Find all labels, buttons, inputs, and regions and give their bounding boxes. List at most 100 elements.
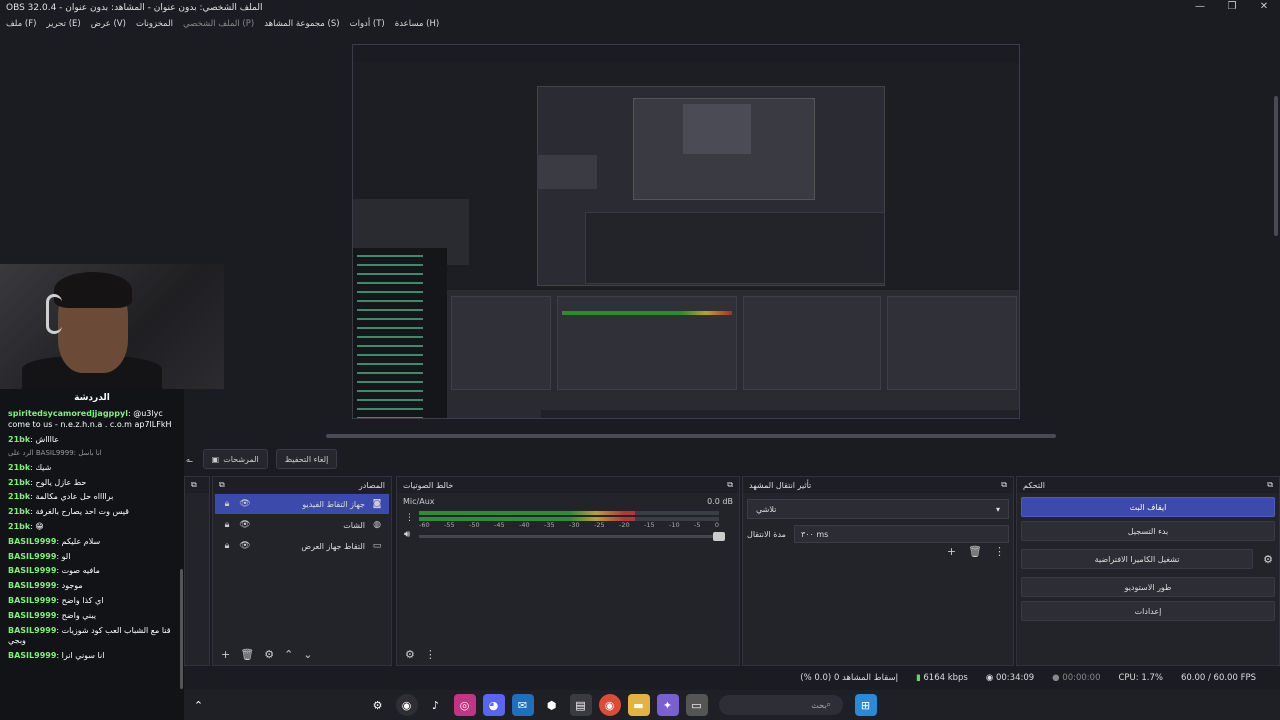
chat-scrollbar[interactable]: [180, 569, 183, 689]
browser-icon: ◍: [373, 520, 381, 530]
studio-mode-button[interactable]: طور الاستوديو: [1021, 577, 1275, 597]
preview-vertical-scrollbar[interactable]: [1274, 96, 1278, 236]
folder-icon[interactable]: ▬: [627, 694, 650, 716]
menu-docks[interactable]: المخزونات: [136, 19, 173, 29]
source-item[interactable]: 🔒︎ 👁︎ التقاط جهاز العرض ▭: [215, 536, 389, 556]
chat-message: BASIL9999: موجود: [0, 579, 184, 594]
dock-float-icon[interactable]: ⧉: [1267, 480, 1273, 490]
chat-text: : انا سوني انرا: [56, 651, 105, 661]
transition-value: تلاشي: [756, 504, 777, 514]
obs-icon[interactable]: ◉: [395, 694, 418, 716]
chat-text: : شيك: [30, 462, 52, 472]
trash-icon[interactable]: 🗑︎: [968, 545, 982, 558]
instagram-icon[interactable]: ◎: [453, 694, 476, 716]
dock-float-icon[interactable]: ⧉: [1001, 480, 1007, 490]
chat-text: : اي كذا واضح: [56, 596, 104, 605]
level-meter: [419, 511, 719, 515]
program-preview[interactable]: [352, 44, 1020, 419]
monitor-icon: ▭: [372, 541, 382, 551]
menu-icon[interactable]: ⋮: [425, 648, 436, 661]
move-up-icon[interactable]: ⌃: [284, 648, 293, 661]
lock-icon[interactable]: 🔒︎: [221, 520, 233, 530]
chat-message: BASIL9999: سلام عليكم: [0, 535, 184, 550]
task-view-icon[interactable]: ▭: [685, 694, 708, 716]
eye-icon[interactable]: 👁︎: [239, 520, 251, 530]
store-icon[interactable]: ▤: [569, 694, 592, 716]
stop-streaming-button[interactable]: ايقاف البث: [1021, 497, 1275, 517]
duration-input[interactable]: ٣٠٠ ms: [793, 525, 1009, 543]
menu-tools[interactable]: أدوات (T): [350, 19, 385, 29]
dock-float-icon[interactable]: ⧉: [727, 480, 733, 490]
sources-title: المصادر: [358, 480, 385, 490]
chat-overlay: الدردشة spiritedsycamoredjjagppyl: @u3ly…: [0, 389, 184, 720]
controls-dock: التحكم ⧉ ايقاف البث بدء التسجيل تشغيل الك…: [1016, 476, 1280, 666]
chevron-up-icon[interactable]: ⌃: [188, 694, 210, 716]
start-recording-button[interactable]: بدء التسجيل: [1021, 521, 1275, 541]
cpu-usage: CPU: 1.7%: [1118, 673, 1163, 683]
mixer-toolbar: ⚙︎ ⋮: [397, 643, 739, 665]
mixer-menu-icon[interactable]: ⋮: [405, 513, 414, 523]
volume-slider[interactable]: [419, 532, 725, 541]
dock-float-icon[interactable]: ⧉: [219, 480, 225, 490]
tiktok-icon[interactable]: ♪: [425, 694, 447, 716]
chat-message: BASIL9999: انا سوني انرا: [0, 649, 184, 664]
gear-icon[interactable]: ⚙︎: [1257, 553, 1279, 566]
chrome-icon[interactable]: ◉: [598, 694, 621, 716]
app-icon[interactable]: ⬢: [541, 694, 563, 716]
start-virtual-camera-button[interactable]: تشغيل الكاميرا الافتراضية: [1021, 549, 1254, 569]
chat-username: 21bk: [8, 477, 31, 487]
cancel-button[interactable]: إلغاء التحفيظ: [275, 449, 338, 469]
scenes-collapsed-tab[interactable]: ـه: [184, 449, 195, 469]
outlook-icon[interactable]: ✉: [511, 694, 534, 716]
rec-time: ● 00:00:00: [1052, 673, 1101, 683]
add-icon[interactable]: +: [221, 648, 230, 661]
settings-app-icon[interactable]: ⚙︎: [367, 694, 389, 716]
meter-tick-label: -60: [419, 521, 430, 529]
taskbar-search[interactable]: بحث ⌕: [719, 695, 843, 715]
restore-icon[interactable]: ❐: [1216, 0, 1248, 14]
menu-profile[interactable]: الملف الشخصي (P): [183, 19, 254, 29]
add-icon[interactable]: +: [947, 545, 956, 558]
source-item[interactable]: 🔒︎ 👁︎ الشات ◍: [215, 515, 389, 535]
menu-view[interactable]: عرض (V): [91, 19, 126, 29]
controls-title: التحكم: [1023, 480, 1045, 490]
gear-icon[interactable]: ⚙︎: [264, 648, 274, 661]
bitrate: ▮ 6164 kbps: [915, 673, 968, 683]
meter-tick-label: -15: [644, 521, 655, 529]
dock-float-icon[interactable]: ⧉: [191, 480, 197, 490]
title-bar: OBS 32.0.4 - الملف الشخصي: بدون عنوان - …: [0, 0, 1280, 16]
eye-icon[interactable]: 👁︎: [239, 541, 251, 551]
discord-icon[interactable]: ◕: [482, 694, 505, 716]
volume-knob[interactable]: [713, 532, 725, 541]
settings-button[interactable]: إعدادات: [1021, 601, 1275, 621]
move-down-icon[interactable]: ⌄: [303, 648, 312, 661]
trash-icon[interactable]: 🗑︎: [240, 648, 254, 661]
sources-toolbar: + 🗑︎ ⚙︎ ⌃ ⌄: [213, 643, 391, 665]
meter-tick-label: -45: [494, 521, 505, 529]
windows-start-icon[interactable]: ⊞: [854, 694, 877, 716]
menu-edit[interactable]: تحرير (E): [46, 19, 80, 29]
gear-icon[interactable]: ⚙︎: [405, 648, 415, 661]
webcam-overlay: [0, 264, 224, 389]
menu-scene-collection[interactable]: مجموعة المشاهد (S): [264, 19, 339, 29]
copilot-icon[interactable]: ✦: [656, 694, 679, 716]
minimize-icon[interactable]: —: [1184, 0, 1216, 14]
source-item[interactable]: 🔒︎ 👁︎ جهاز التقاط الفيديو ◙: [215, 494, 389, 514]
chat-message: 21bk: شيك: [0, 461, 184, 476]
menu-bar: ملف (F) تحرير (E) عرض (V) المخزونات المل…: [0, 16, 439, 32]
transition-select[interactable]: تلاشي ▾: [747, 499, 1009, 519]
close-icon[interactable]: ✕: [1248, 0, 1280, 14]
nested-webcam-2: [537, 155, 597, 189]
lock-icon[interactable]: 🔒︎: [221, 541, 233, 551]
speaker-icon[interactable]: 🔊︎: [404, 529, 410, 540]
menu-icon[interactable]: ⋮: [994, 545, 1005, 558]
menu-file[interactable]: ملف (F): [6, 19, 36, 29]
eye-icon[interactable]: 👁︎: [239, 499, 251, 509]
filters-button[interactable]: ▣ المرشحات: [202, 449, 268, 469]
menu-help[interactable]: مساعدة (H): [395, 19, 439, 29]
lock-icon[interactable]: 🔒︎: [221, 499, 233, 509]
nested-menu: [353, 54, 1019, 62]
dock-tab-row: ـه ▣ المرشحات إلغاء التحفيظ: [184, 448, 338, 470]
preview-horizontal-scrollbar[interactable]: [326, 434, 1056, 438]
meter-tick-label: -50: [469, 521, 480, 529]
